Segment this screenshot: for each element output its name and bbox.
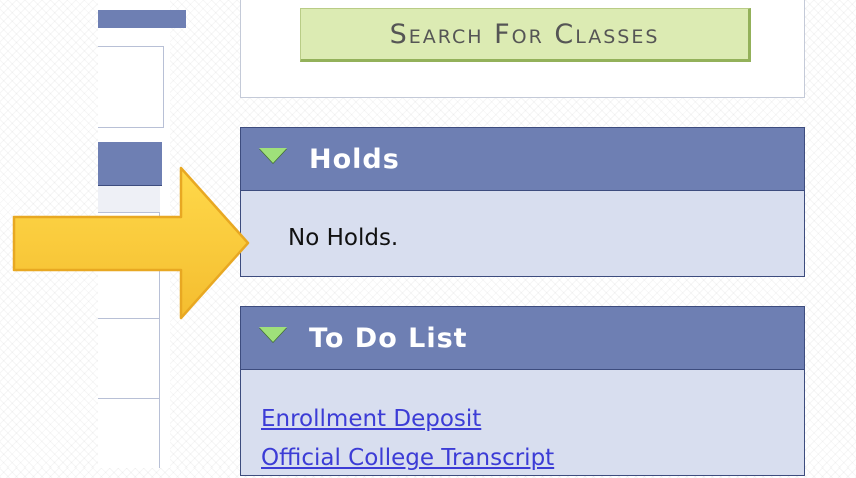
holds-pagelet: Holds No Holds.	[240, 127, 805, 277]
holds-message: No Holds.	[288, 225, 399, 251]
holds-header[interactable]: Holds	[241, 128, 804, 191]
todo-header[interactable]: To Do List	[241, 307, 804, 370]
todo-title: To Do List	[309, 322, 468, 354]
todo-list: Enrollment Deposit Official College Tran…	[241, 370, 804, 478]
collapse-triangle-icon[interactable]	[259, 326, 287, 342]
left-panel-header	[98, 10, 186, 28]
todo-item-enrollment-deposit[interactable]: Enrollment Deposit	[261, 400, 804, 439]
collapse-triangle-icon[interactable]	[259, 147, 287, 163]
left-panel-box	[98, 46, 164, 128]
left-row-divider	[98, 212, 160, 213]
search-for-classes-button[interactable]: Search For Classes	[300, 8, 751, 62]
left-row-divider	[98, 398, 160, 399]
todo-item-official-college-transcript[interactable]: Official College Transcript	[261, 439, 804, 478]
left-section-header	[98, 142, 162, 186]
left-row-divider	[98, 318, 160, 319]
holds-title: Holds	[309, 143, 400, 175]
left-section-row	[98, 186, 160, 212]
todo-pagelet: To Do List Enrollment Deposit Official C…	[240, 306, 805, 476]
left-section-body	[98, 186, 160, 468]
